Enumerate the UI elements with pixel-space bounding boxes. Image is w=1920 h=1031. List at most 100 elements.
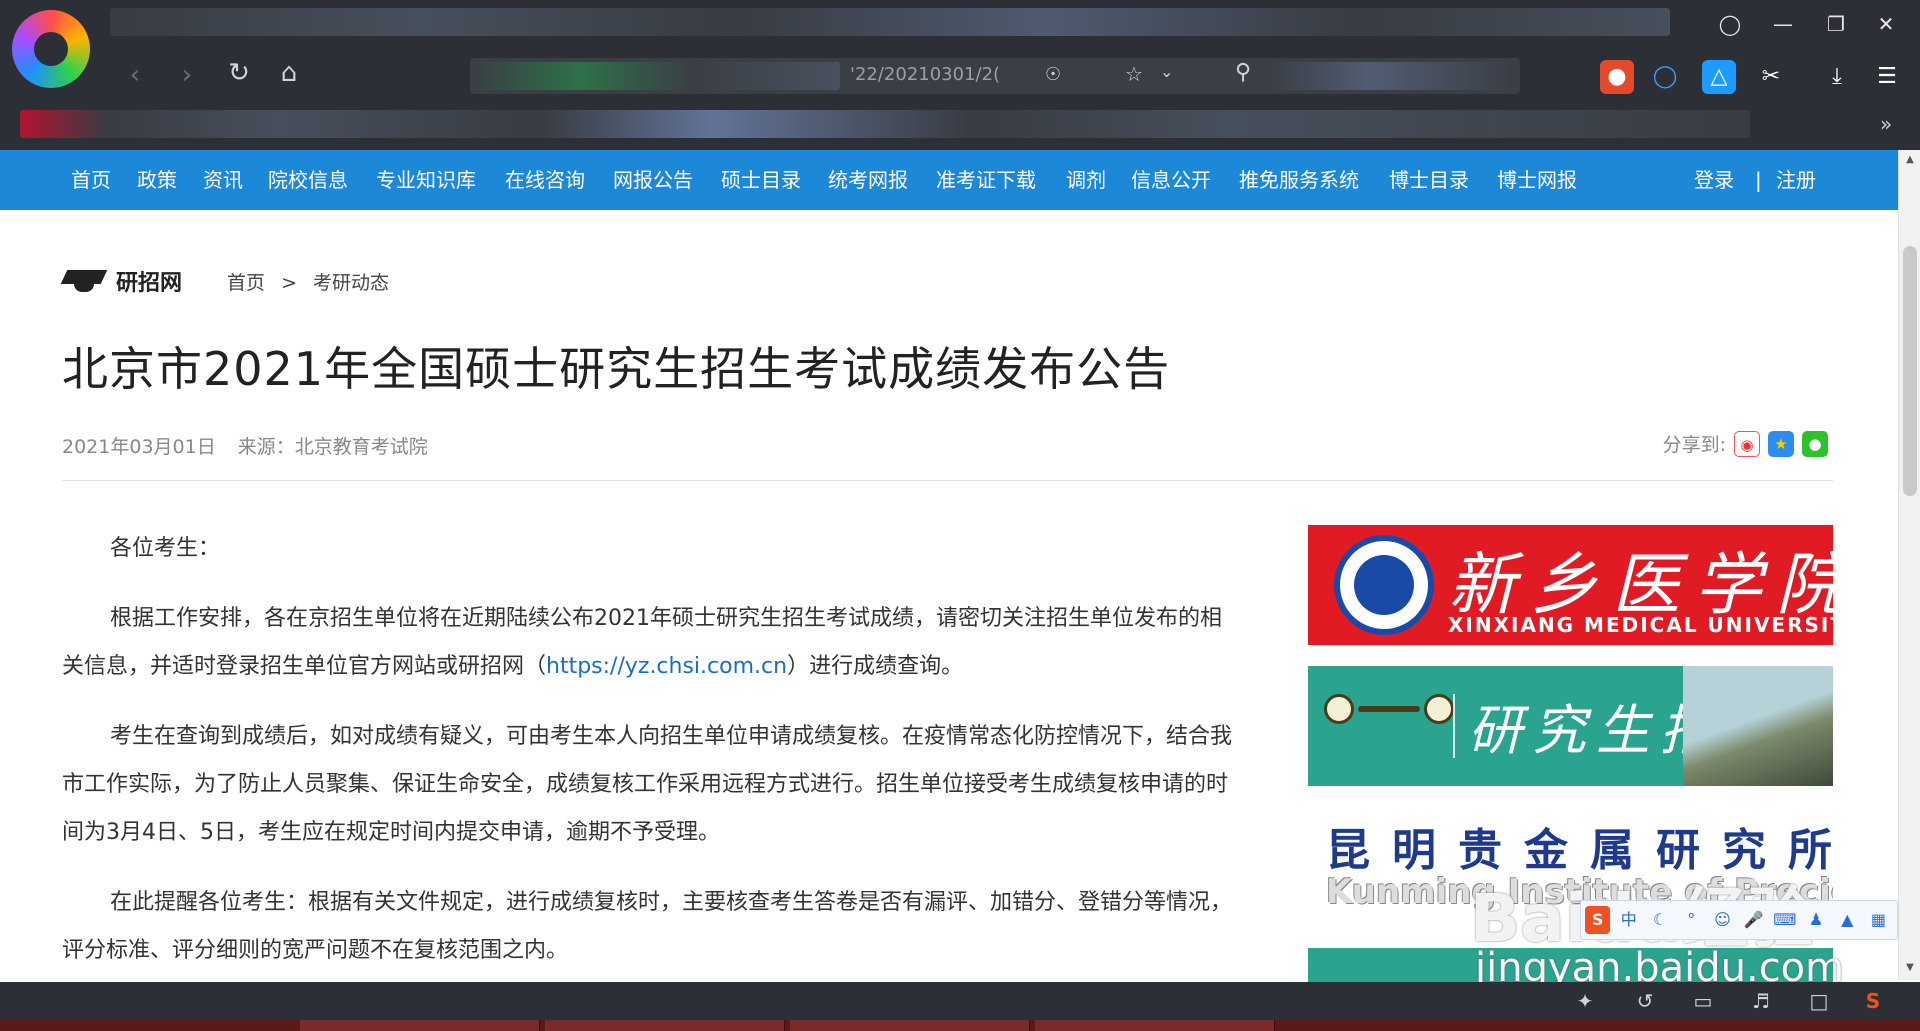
nav-info-public[interactable]: 信息公开 [1131,166,1211,194]
skin-icon[interactable]: ◯ [1712,10,1748,38]
ad-graduate-admissions[interactable]: 研究生招生 [1308,666,1833,786]
nav-phd-catalog[interactable]: 博士目录 [1389,166,1469,194]
nav-exam-registration[interactable]: 统考网报 [828,166,908,194]
taskbar-item[interactable] [300,1020,540,1031]
url-text: '22/20210301/2( [850,64,1001,85]
taskbar-item[interactable] [545,1020,785,1031]
volume-icon[interactable]: ♬ [1746,988,1776,1014]
ad2-logo-bar [1358,706,1420,712]
article-paragraph: 在此提醒各位考生：根据有关文件规定，进行成绩复核时，主要核查考生答卷是否有漏评、… [62,890,1233,963]
emblem-icon [1324,694,1354,724]
ad1-english-name: XINXIANG MEDICAL UNIVERSITY [1448,613,1833,637]
page-scrollbar[interactable]: ▲ ▼ [1898,150,1920,980]
tab-strip-blurred[interactable] [110,8,1670,36]
security-icon[interactable]: ☉ [1045,64,1061,85]
register-link[interactable]: 注册 [1776,166,1816,194]
taskbar-item[interactable] [790,1020,1030,1031]
search-icon[interactable]: ⚲ [1235,60,1251,85]
sogou-logo-icon[interactable]: S [1585,906,1611,934]
ime-toolbar[interactable]: S 中 ☾ ° ☺ 🎤 ⌨ ♟ ▲ ▦ [1580,900,1898,940]
microphone-icon[interactable]: 🎤 [1741,906,1766,934]
nav-master-catalog[interactable]: 硕士目录 [721,166,801,194]
article-body: 各位考生： 根据工作安排，各在京招生单位将在近期陆续公布2021年硕士研究生招生… [62,525,1232,997]
site-logo[interactable]: 研招网 [62,265,182,297]
nav-recommendation[interactable]: 推免服务系统 [1239,166,1359,194]
close-button[interactable]: ✕ [1868,10,1904,38]
reload-icon[interactable]: ↻ [222,58,256,88]
punctuation-icon[interactable]: ° [1679,906,1704,934]
nav-announcement[interactable]: 网报公告 [613,166,693,194]
moon-icon[interactable]: ☾ [1647,906,1672,934]
nav-knowledge[interactable]: 专业知识库 [376,166,476,194]
article-paragraph: 根据工作安排，各在京招生单位将在近期陆续公布2021年硕士研究生招生考试成绩，请… [62,595,1232,691]
site-name: 研招网 [116,270,183,296]
minimize-button[interactable]: — [1765,10,1801,38]
chevron-down-icon[interactable]: ⌄ [1160,62,1173,81]
sogou-icon[interactable]: S [1858,988,1888,1014]
address-bar[interactable]: '22/20210301/2( ☉ ☆ ⌄ ⚲ [470,58,1520,94]
nav-schools[interactable]: 院校信息 [268,166,348,194]
taskbar-item[interactable] [1035,1020,1275,1031]
yz-chsi-link[interactable]: https://yz.chsi.com.cn [546,654,787,679]
nav-phd-registration[interactable]: 博士网报 [1497,166,1577,194]
breadcrumb-separator: > [281,272,297,294]
breadcrumb: 首页 > 考研动态 [227,268,399,295]
bookmarks-bar-blurred[interactable] [20,110,1750,138]
scroll-down-arrow-icon[interactable]: ▼ [1903,962,1917,973]
grid-icon[interactable]: ▦ [1866,906,1891,934]
nav-news[interactable]: 资讯 [203,166,243,194]
home-icon[interactable]: ⌂ [272,58,306,88]
article-paragraph: 考生在查询到成绩后，如对成绩有疑义，可由考生本人向招生单位申请成绩复核。在疫情常… [62,724,1233,845]
keyboard-icon[interactable]: ⌨ [1772,906,1797,934]
divider [62,480,1833,481]
article-text: ）进行成绩查询。 [787,654,964,679]
scroll-thumb[interactable] [1903,246,1917,496]
translate-icon[interactable]: ◯ [1648,60,1682,94]
emblem-icon [1424,694,1454,724]
article-greeting: 各位考生： [110,536,221,561]
weibo-icon[interactable]: ◉ [1734,430,1760,457]
extension-icon[interactable]: △ [1702,60,1736,94]
os-taskbar [0,1020,1920,1031]
scissors-icon[interactable]: ✂ [1754,60,1788,94]
qzone-icon[interactable]: ★ [1768,430,1794,457]
ad2-divider [1453,694,1455,758]
share-bar: 分享到: ◉ ★ ● [1663,430,1828,457]
forward-icon[interactable]: › [170,60,204,90]
wechat-icon[interactable]: ● [1802,430,1828,457]
menu-icon[interactable]: ☰ [1870,60,1904,94]
window-icon[interactable]: □ [1804,988,1834,1014]
browser-status-bar: ✦ ↺ ▭ ♬ □ S [0,982,1920,1020]
browser-logo-icon[interactable] [12,10,90,88]
bookmarks-more-icon[interactable]: » [1880,112,1892,136]
article-meta: 2021年03月01日 来源：北京教育考试院 [62,432,444,459]
star-icon[interactable]: ☆ [1125,62,1143,86]
university-seal-icon [1334,535,1434,635]
download-icon[interactable]: ⤓ [1820,60,1854,94]
nav-admission-ticket[interactable]: 准考证下载 [936,166,1036,194]
share-label: 分享到: [1662,434,1726,456]
rocket-icon[interactable]: ✦ [1570,988,1600,1014]
nav-home[interactable]: 首页 [71,166,111,194]
scroll-up-arrow-icon[interactable]: ▲ [1903,154,1917,165]
ad-xinxiang-medical[interactable]: 新乡医学院 XINXIANG MEDICAL UNIVERSITY [1308,525,1833,645]
history-icon[interactable]: ↺ [1630,988,1660,1014]
breadcrumb-current[interactable]: 考研动态 [313,272,389,294]
nav-policy[interactable]: 政策 [137,166,177,194]
trash-icon[interactable]: ▭ [1688,988,1718,1014]
shirt-icon[interactable]: ▲ [1835,906,1860,934]
nav-adjustment[interactable]: 调剂 [1066,166,1106,194]
browser-chrome: ◯ — ❐ ✕ ‹ › ↻ ⌂ '22/20210301/2( ☉ ☆ ⌄ ⚲ … [0,0,1920,150]
user-icon[interactable]: ♟ [1803,906,1828,934]
chinese-mode-icon[interactable]: 中 [1616,906,1641,934]
page-title: 北京市2021年全国硕士研究生招生考试成绩发布公告 [62,342,1171,396]
emoji-icon[interactable]: ☺ [1710,906,1735,934]
breadcrumb-home[interactable]: 首页 [227,272,265,294]
back-icon[interactable]: ‹ [118,60,152,90]
login-link[interactable]: 登录 [1694,166,1734,194]
game-icon[interactable]: ● [1600,60,1634,94]
graduation-cap-icon [62,268,108,294]
maximize-button[interactable]: ❐ [1818,10,1854,38]
nav-consult[interactable]: 在线咨询 [505,166,585,194]
url-blur [470,62,840,90]
